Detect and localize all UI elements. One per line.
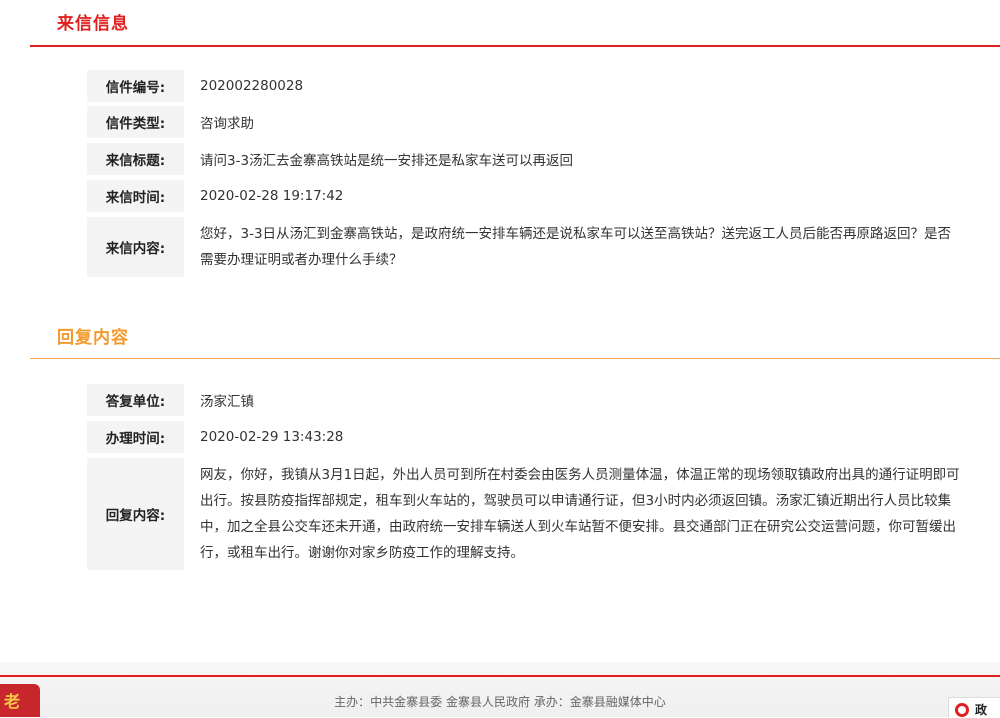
field-label: 办理时间:: [87, 421, 184, 453]
field-label: 回复内容:: [87, 458, 184, 570]
field-label: 来信时间:: [87, 180, 184, 212]
letter-type-value: 咨询求助: [200, 116, 254, 132]
reply-unit-value: 汤家汇镇: [200, 394, 254, 410]
footer-divider: [0, 675, 1000, 677]
letter-time-value: 2020-02-28 19:17:42: [200, 188, 344, 204]
letter-content-value: 您好，3-3日从汤汇到金寨高铁站，是政府统一安排车辆还是说私家车可以送至高铁站？…: [200, 226, 952, 268]
field-label: 答复单位:: [87, 384, 184, 416]
gov-badge-label: 政: [975, 703, 988, 717]
field-letter-time: 来信时间: 2020-02-28 19:17:42: [87, 180, 972, 212]
field-label: 信件编号:: [87, 70, 184, 102]
gov-badge[interactable]: 政: [948, 697, 1000, 718]
field-label: 信件类型:: [87, 106, 184, 138]
field-letter-content: 来信内容: 您好，3-3日从汤汇到金寨高铁站，是政府统一安排车辆还是说私家车可以…: [87, 217, 972, 277]
field-letter-type: 信件类型: 咨询求助: [87, 106, 972, 138]
field-handle-time: 办理时间: 2020-02-29 13:43:28: [87, 421, 972, 453]
field-label: 来信内容:: [87, 217, 184, 277]
field-letter-title: 来信标题: 请问3-3汤汇去金寨高铁站是统一安排还是私家车送可以再返回: [87, 143, 972, 175]
field-reply-unit: 答复单位: 汤家汇镇: [87, 384, 972, 416]
letter-title-value: 请问3-3汤汇去金寨高铁站是统一安排还是私家车送可以再返回: [200, 153, 574, 169]
field-letter-number: 信件编号: 202002280028: [87, 70, 972, 102]
reply-divider: [30, 358, 1000, 359]
letter-number-value: 202002280028: [200, 78, 304, 94]
field-label: 来信标题:: [87, 143, 184, 175]
handle-time-value: 2020-02-29 13:43:28: [200, 429, 344, 445]
field-reply-content: 回复内容: 网友，你好，我镇从3月1日起，外出人员可到所在村委会由医务人员测量体…: [87, 458, 972, 570]
gov-badge-icon: [955, 703, 969, 717]
letter-info-heading: 来信信息: [57, 14, 129, 34]
letter-info-divider: [30, 45, 1000, 47]
footer-sponsor-text: 主办：中共金寨县委 金寨县人民政府 承办：金寨县融媒体中心: [334, 695, 666, 709]
reply-heading: 回复内容: [57, 328, 129, 348]
reply-content-value: 网友，你好，我镇从3月1日起，外出人员可到所在村委会由医务人员测量体温，体温正常…: [200, 467, 960, 561]
